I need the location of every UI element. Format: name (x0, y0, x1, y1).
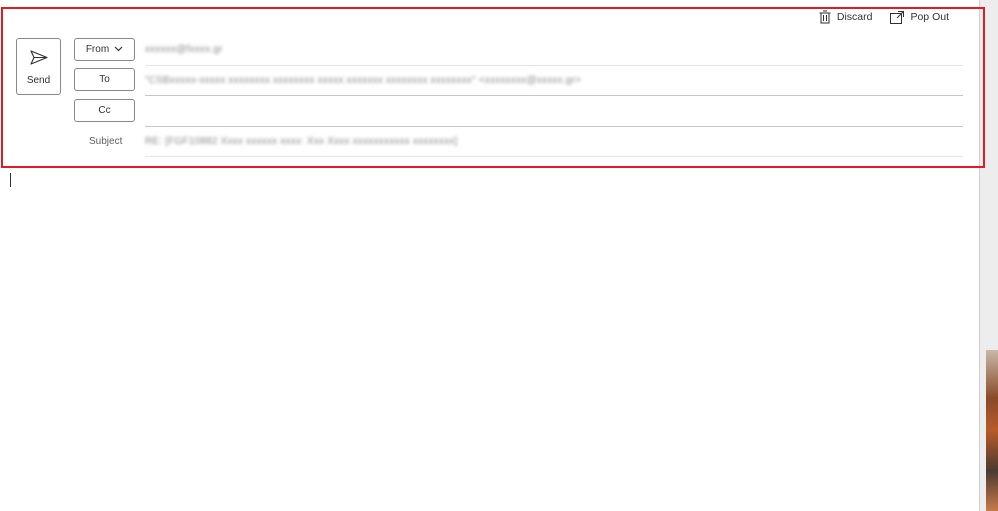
top-actions: Discard Pop Out (819, 10, 949, 24)
pop-out-icon (890, 10, 905, 24)
to-recipients[interactable]: "CSBxxxxx-xxxxx xxxxxxxx xxxxxxxx xxxxx … (145, 75, 581, 86)
cc-label: Cc (98, 105, 111, 116)
background-window-edge (979, 0, 998, 511)
message-body[interactable] (0, 158, 979, 511)
from-address: xxxxxx@fxxxx.gr (145, 44, 223, 55)
trash-icon (819, 10, 831, 24)
to-label: To (99, 74, 110, 85)
subject-input[interactable]: RE: [FGF10882 Xxxx xxxxxx xxxx: Xxx Xxxx… (145, 136, 457, 147)
from-label: From (85, 44, 110, 55)
pop-out-button[interactable]: Pop Out (890, 10, 949, 24)
from-divider (145, 65, 963, 66)
subject-label: Subject (89, 136, 123, 147)
background-image (986, 350, 998, 511)
discard-button[interactable]: Discard (819, 10, 873, 24)
from-button[interactable]: From (74, 38, 135, 61)
subject-divider (145, 156, 963, 157)
chevron-down-icon (114, 44, 123, 55)
text-cursor (10, 173, 11, 187)
cc-button[interactable]: Cc (74, 99, 135, 122)
discard-label: Discard (836, 11, 873, 23)
send-icon (29, 50, 48, 68)
compose-pane: Discard Pop Out Send From xxxxxx@fxxxx.g… (0, 0, 979, 511)
send-button[interactable]: Send (16, 38, 61, 95)
to-divider (145, 95, 963, 96)
send-label: Send (26, 75, 51, 86)
cc-divider (145, 126, 963, 127)
pop-out-label: Pop Out (910, 11, 949, 23)
to-button[interactable]: To (74, 68, 135, 91)
